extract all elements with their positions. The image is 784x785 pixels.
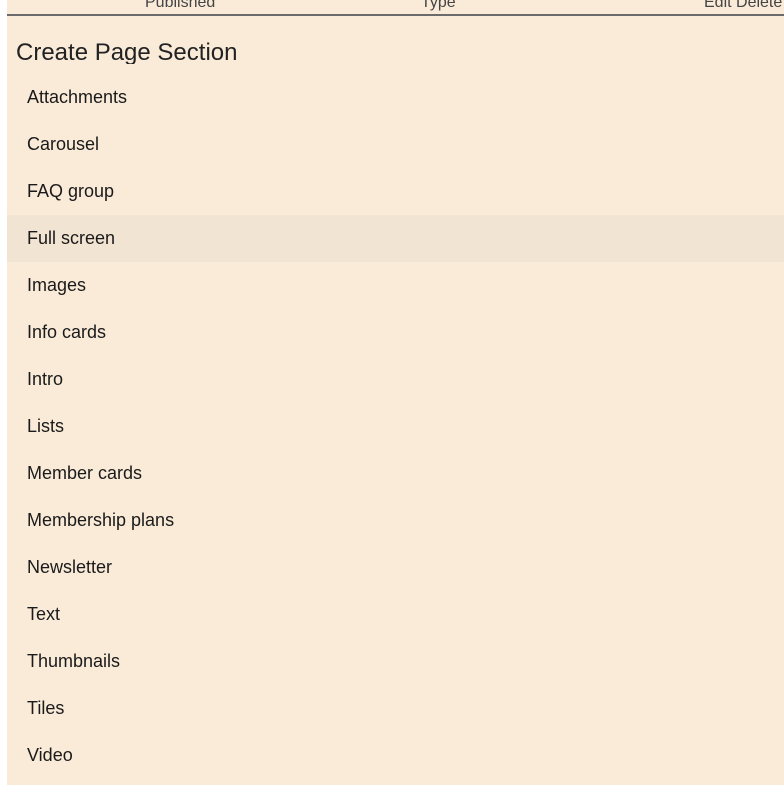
section-option-lists[interactable]: Lists xyxy=(7,403,784,450)
section-option-intro[interactable]: Intro xyxy=(7,356,784,403)
column-header-type: Type xyxy=(421,0,456,11)
section-option-carousel[interactable]: Carousel xyxy=(7,121,784,168)
section-option-newsletter[interactable]: Newsletter xyxy=(7,544,784,591)
section-type-list: Attachments Carousel FAQ group Full screen I… xyxy=(7,74,784,779)
dialog-title: Create Page Section xyxy=(16,39,238,65)
section-option-faq-group[interactable]: FAQ group xyxy=(7,168,784,215)
page: Published Type Edit Delete Create Page S… xyxy=(0,0,784,785)
dialog-title-container: Create Page Section xyxy=(7,16,784,65)
column-header-published: Published xyxy=(145,0,216,11)
section-option-member-cards[interactable]: Member cards xyxy=(7,450,784,497)
section-option-tiles[interactable]: Tiles xyxy=(7,685,784,732)
column-header-edit-delete: Edit Delete xyxy=(704,0,783,11)
section-option-attachments[interactable]: Attachments xyxy=(7,74,784,121)
create-page-section-dialog: Create Page Section Attachments Carousel F… xyxy=(7,16,784,785)
section-option-membership-plans[interactable]: Membership plans xyxy=(7,497,784,544)
section-option-thumbnails[interactable]: Thumbnails xyxy=(7,638,784,685)
section-option-text[interactable]: Text xyxy=(7,591,784,638)
section-option-info-cards[interactable]: Info cards xyxy=(7,309,784,356)
section-option-full-screen[interactable]: Full screen xyxy=(7,215,784,262)
background-table-header: Published Type Edit Delete xyxy=(7,0,784,16)
section-option-video[interactable]: Video xyxy=(7,732,784,779)
section-option-images[interactable]: Images xyxy=(7,262,784,309)
